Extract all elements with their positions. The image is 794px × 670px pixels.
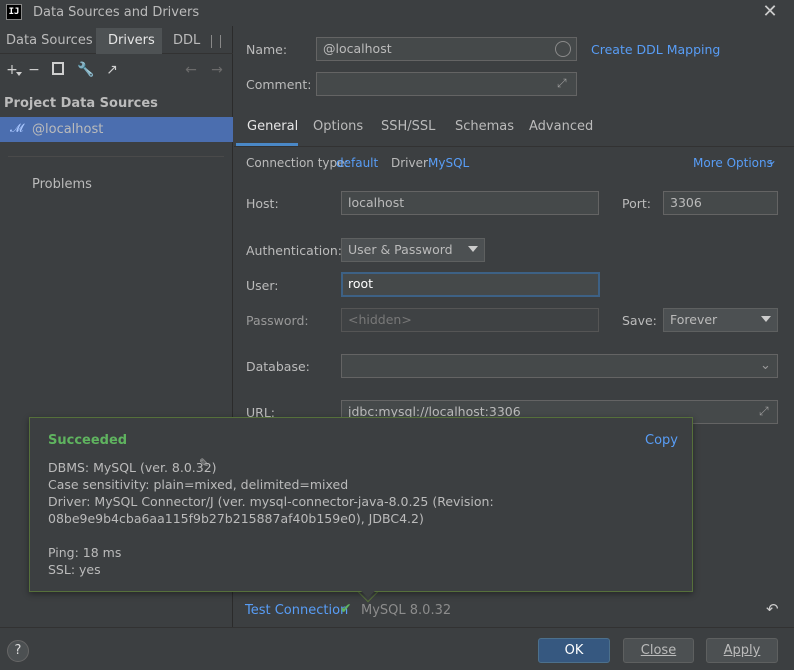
tab-general[interactable]: General bbox=[247, 119, 298, 145]
authentication-select[interactable]: User & Password bbox=[341, 238, 485, 262]
password-label: Password: bbox=[246, 313, 309, 328]
url-expand-icon[interactable]: ⤢ bbox=[759, 404, 769, 419]
jump-to-icon[interactable]: ↗ bbox=[102, 60, 122, 80]
forward-arrow-icon[interactable]: → bbox=[207, 60, 227, 80]
user-input[interactable]: root bbox=[341, 272, 600, 297]
database-chevron-icon[interactable]: ⌄ bbox=[760, 358, 771, 373]
comment-label: Comment: bbox=[246, 77, 312, 92]
tab-data-sources[interactable]: Data Sources bbox=[0, 28, 95, 54]
project-data-sources-heading: Project Data Sources bbox=[4, 96, 158, 111]
copy-link[interactable]: Copy bbox=[645, 433, 678, 448]
add-dropdown-icon[interactable] bbox=[16, 72, 22, 76]
apply-button[interactable]: Apply bbox=[706, 638, 778, 663]
host-input[interactable]: localhost bbox=[341, 191, 599, 215]
dropdown-caret-icon bbox=[761, 316, 771, 322]
port-input[interactable]: 3306 bbox=[663, 191, 778, 215]
user-label: User: bbox=[246, 278, 279, 293]
expand-icon[interactable]: ⤢ bbox=[557, 76, 567, 91]
more-options-link[interactable]: More Options bbox=[693, 156, 773, 170]
comment-input[interactable] bbox=[316, 72, 577, 96]
tab-ddl[interactable]: DDL bbox=[163, 28, 203, 54]
database-label: Database: bbox=[246, 359, 310, 374]
driver-link[interactable]: MySQL bbox=[428, 156, 469, 170]
tab-drivers[interactable]: Drivers bbox=[96, 28, 162, 54]
remove-icon[interactable]: − bbox=[24, 60, 44, 80]
tab-options[interactable]: Options bbox=[313, 119, 363, 145]
close-button[interactable]: Close bbox=[623, 638, 694, 663]
test-result-text: MySQL 8.0.32 bbox=[361, 603, 452, 618]
duplicate-icon[interactable] bbox=[52, 62, 64, 75]
name-input[interactable]: @localhost bbox=[316, 37, 577, 61]
problems-item[interactable]: Problems bbox=[32, 177, 92, 192]
chevron-down-icon[interactable]: ⌄ bbox=[767, 153, 777, 167]
tab-overflow-icon[interactable] bbox=[211, 35, 221, 48]
driver-line-1: Driver: MySQL Connector/J (ver. mysql-co… bbox=[48, 494, 494, 509]
pencil-icon[interactable]: ✎ bbox=[199, 456, 209, 470]
help-icon[interactable]: ? bbox=[7, 640, 29, 662]
tabs-border bbox=[234, 146, 794, 147]
color-picker-icon[interactable] bbox=[555, 41, 571, 57]
driver-label: Driver: bbox=[391, 156, 432, 170]
title-bar: IJ Data Sources and Drivers ✕ bbox=[0, 0, 794, 26]
authentication-value: User & Password bbox=[348, 242, 453, 257]
mysql-dolphin-icon: 𝓜 bbox=[10, 121, 24, 135]
wrench-icon[interactable]: 🔧 bbox=[76, 60, 96, 80]
dbms-line: DBMS: MySQL (ver. 8.0.32) bbox=[48, 460, 217, 475]
connection-type-label: Connection type: bbox=[246, 156, 349, 170]
add-icon[interactable]: + bbox=[2, 60, 22, 80]
data-source-item-localhost[interactable]: 𝓜 @localhost bbox=[0, 117, 233, 142]
host-label: Host: bbox=[246, 196, 279, 211]
connection-type-link[interactable]: default bbox=[336, 156, 378, 170]
window-title: Data Sources and Drivers bbox=[33, 5, 200, 20]
case-sensitivity-line: Case sensitivity: plain=mixed, delimited… bbox=[48, 477, 349, 492]
check-icon: ✔ bbox=[340, 601, 352, 617]
back-arrow-icon[interactable]: ← bbox=[181, 60, 201, 80]
save-select[interactable]: Forever bbox=[663, 308, 778, 332]
password-input[interactable]: <hidden> bbox=[341, 308, 599, 332]
driver-line-2: 08be9e9b4cba6aa115f9b27b215887af40b159e0… bbox=[48, 511, 424, 526]
close-window-icon[interactable]: ✕ bbox=[760, 2, 780, 22]
create-ddl-mapping-link[interactable]: Create DDL Mapping bbox=[591, 42, 720, 57]
tab-schemas[interactable]: Schemas bbox=[455, 119, 514, 145]
tab-ssh-ssl[interactable]: SSH/SSL bbox=[381, 119, 435, 145]
ping-line: Ping: 18 ms bbox=[48, 545, 122, 560]
intellij-logo-icon: IJ bbox=[6, 4, 22, 20]
port-label: Port: bbox=[622, 196, 651, 211]
save-label: Save: bbox=[622, 313, 657, 328]
save-value: Forever bbox=[670, 312, 718, 327]
status-succeeded: Succeeded bbox=[48, 433, 128, 448]
dropdown-caret-icon bbox=[468, 246, 478, 252]
ok-button[interactable]: OK bbox=[538, 638, 610, 663]
data-source-label: @localhost bbox=[32, 122, 104, 137]
revert-icon[interactable]: ↶ bbox=[766, 600, 779, 618]
divider bbox=[8, 156, 224, 157]
authentication-label: Authentication: bbox=[246, 243, 342, 258]
ssl-line: SSL: yes bbox=[48, 562, 101, 577]
active-tab-indicator bbox=[236, 143, 298, 146]
database-input[interactable] bbox=[341, 354, 778, 378]
test-connection-link[interactable]: Test Connection bbox=[245, 603, 348, 618]
name-label: Name: bbox=[246, 42, 288, 57]
tab-advanced[interactable]: Advanced bbox=[529, 119, 593, 145]
